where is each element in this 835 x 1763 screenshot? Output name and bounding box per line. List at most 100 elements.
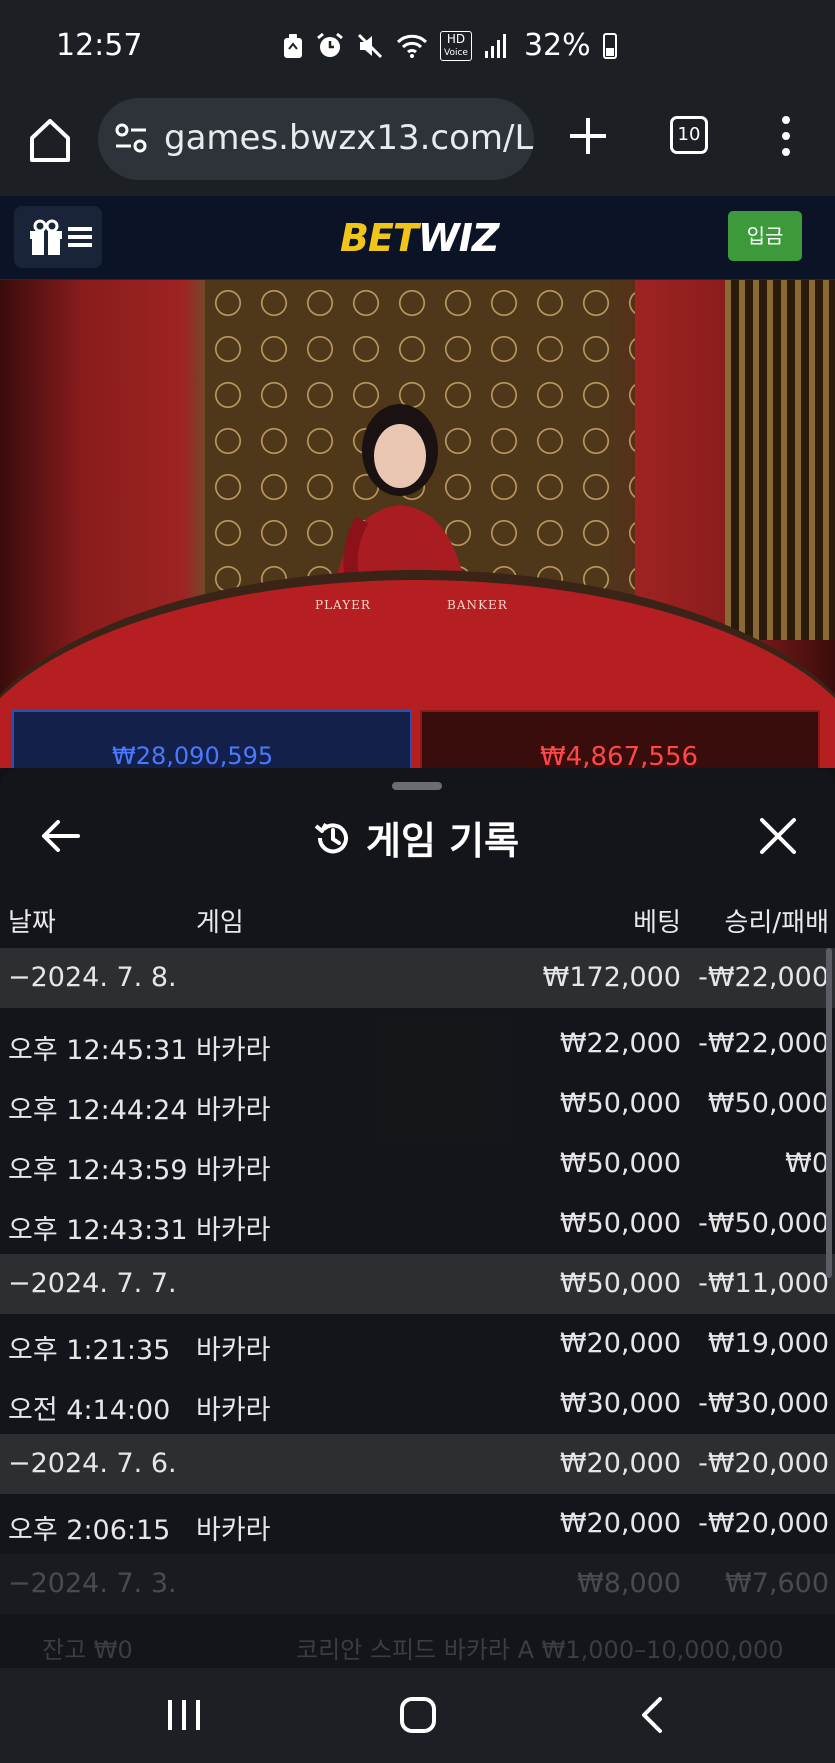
site-settings-icon[interactable] — [114, 120, 148, 156]
row-result: ₩50,000 — [707, 1088, 829, 1119]
home-nav-icon[interactable] — [399, 1696, 437, 1734]
row-date-time: −2024. 7. 8. — [8, 962, 177, 993]
sheet-header: 게임 기록 — [312, 810, 519, 865]
row-date-time: 오전 4:14:00 — [8, 1395, 171, 1426]
address-bar[interactable]: games.bwzx13.com/La — [98, 98, 534, 180]
date-group-row[interactable]: −2024. 7. 3. ₩8,000 ₩7,600 — [0, 1554, 835, 1614]
history-row: 오후 12:43:59 바카라 ₩50,000 ₩0 — [0, 1134, 835, 1194]
game-history-sheet: 게임 기록 날짜 게임 베팅 승리/패배 −2024. 7. 8. ₩172,00… — [0, 768, 835, 1668]
hd-voice-icon: HD Voice — [440, 30, 472, 61]
date-group-row[interactable]: −2024. 7. 7. ₩50,000 -₩11,000 — [0, 1254, 835, 1314]
close-icon[interactable] — [756, 814, 800, 858]
url-text[interactable]: games.bwzx13.com/La — [164, 118, 534, 158]
wifi-icon — [396, 34, 428, 58]
history-row: 오후 12:44:24 바카라 ₩50,000 ₩50,000 — [0, 1074, 835, 1134]
row-bet: ₩8,000 — [577, 1568, 681, 1599]
browser-toolbar: games.bwzx13.com/La 10 — [0, 92, 835, 196]
date-group-row[interactable]: −2024. 7. 8. ₩172,000 -₩22,000 — [0, 948, 835, 1008]
row-bet: ₩50,000 — [559, 1148, 681, 1179]
sheet-drag-handle[interactable] — [392, 782, 442, 790]
site-header: BETWIZ 입금 — [0, 196, 835, 280]
betwiz-logo[interactable]: BETWIZ — [340, 216, 500, 260]
new-tab-icon[interactable] — [566, 114, 610, 158]
row-date-time: −2024. 7. 3. — [8, 1568, 177, 1599]
battery-percent: 32% — [523, 28, 591, 63]
balance-text: 잔고 ₩0 — [42, 1636, 133, 1664]
column-header-result: 승리/패배 — [724, 908, 829, 938]
decor-stripes — [725, 280, 835, 640]
status-icons: HD Voice 32% — [282, 28, 617, 63]
history-icon — [314, 822, 348, 853]
battery-icon — [602, 32, 617, 59]
row-game: 바카라 — [196, 1515, 271, 1546]
row-result: -₩22,000 — [698, 962, 829, 993]
hamburger-icon — [68, 227, 92, 247]
table-name-text: 코리안 스피드 바카라 A ₩1,000–10,000,000 — [296, 1636, 784, 1664]
row-game: 바카라 — [196, 1155, 271, 1186]
alarm-icon — [317, 32, 343, 57]
status-time: 12:57 — [56, 28, 143, 63]
recycle-icon — [284, 33, 302, 58]
row-result: -₩30,000 — [698, 1388, 829, 1419]
home-icon[interactable] — [26, 114, 74, 166]
row-date-time: 오후 12:43:59 — [8, 1155, 188, 1186]
row-result: ₩19,000 — [707, 1328, 829, 1359]
row-result: -₩22,000 — [698, 1028, 829, 1059]
row-date-time: −2024. 7. 7. — [8, 1268, 177, 1299]
recent-apps-icon[interactable] — [166, 1698, 202, 1732]
logo-wiz: WIZ — [417, 216, 500, 260]
row-game: 바카라 — [196, 1335, 271, 1366]
row-result: ₩7,600 — [725, 1568, 829, 1599]
row-bet: ₩50,000 — [559, 1208, 681, 1239]
status-bar: 12:57 HD Voice 32% — [0, 0, 835, 92]
row-game: 바카라 — [196, 1035, 271, 1066]
signal-icon — [484, 33, 506, 58]
scrollbar[interactable] — [826, 948, 832, 1278]
logo-bet: BET — [340, 216, 419, 260]
column-header-date: 날짜 — [8, 908, 56, 938]
row-game: 바카라 — [196, 1095, 271, 1126]
tab-switcher-button[interactable]: 10 — [670, 116, 708, 154]
row-game: 바카라 — [196, 1215, 271, 1246]
menu-button[interactable] — [14, 206, 102, 268]
sheet-title: 게임 기록 — [366, 819, 520, 863]
history-row: 오후 12:43:31 바카라 ₩50,000 -₩50,000 — [0, 1194, 835, 1254]
row-result: -₩20,000 — [698, 1448, 829, 1479]
banker-table-label: BANKER — [447, 598, 508, 612]
row-bet: ₩172,000 — [542, 962, 681, 993]
history-row: 오후 12:45:31 바카라 ₩22,000 -₩22,000 — [0, 1014, 835, 1074]
row-bet: ₩30,000 — [559, 1388, 681, 1419]
row-bet: ₩20,000 — [559, 1448, 681, 1479]
player-table-label: PLAYER — [315, 598, 371, 612]
hd-label: HD — [446, 31, 466, 46]
row-bet: ₩50,000 — [559, 1088, 681, 1119]
row-bet: ₩20,000 — [559, 1328, 681, 1359]
voice-label: Voice — [444, 47, 468, 58]
row-bet: ₩22,000 — [559, 1028, 681, 1059]
system-nav-bar — [0, 1668, 835, 1763]
row-result: ₩0 — [785, 1148, 829, 1179]
back-arrow-icon[interactable] — [38, 814, 82, 858]
history-row: 오후 1:21:35 바카라 ₩20,000 ₩19,000 — [0, 1314, 835, 1374]
row-date-time: 오후 12:44:24 — [8, 1095, 188, 1126]
history-row: 오전 4:14:00 바카라 ₩30,000 -₩30,000 — [0, 1374, 835, 1434]
history-row: 오후 2:06:15 바카라 ₩20,000 -₩20,000 — [0, 1494, 835, 1554]
row-result: -₩11,000 — [698, 1268, 829, 1299]
column-header-bet: 베팅 — [633, 908, 681, 938]
deposit-button[interactable]: 입금 — [728, 211, 802, 261]
column-header-game: 게임 — [196, 908, 244, 938]
row-result: -₩50,000 — [698, 1208, 829, 1239]
more-menu-icon[interactable] — [776, 114, 796, 158]
row-date-time: −2024. 7. 6. — [8, 1448, 177, 1479]
date-group-row[interactable]: −2024. 7. 6. ₩20,000 -₩20,000 — [0, 1434, 835, 1494]
back-nav-icon[interactable] — [640, 1696, 664, 1734]
row-date-time: 오후 2:06:15 — [8, 1515, 171, 1546]
gift-icon — [30, 219, 62, 255]
row-date-time: 오후 12:45:31 — [8, 1035, 188, 1066]
player-total-amount: ₩28,090,595 — [112, 742, 274, 770]
row-date-time: 오후 1:21:35 — [8, 1335, 171, 1366]
row-bet: ₩20,000 — [559, 1508, 681, 1539]
live-dealer-video: PLAYER BANKER ₩28,090,595 ₩4,867,556 — [0, 280, 835, 780]
row-bet: ₩50,000 — [559, 1268, 681, 1299]
row-game: 바카라 — [196, 1395, 271, 1426]
